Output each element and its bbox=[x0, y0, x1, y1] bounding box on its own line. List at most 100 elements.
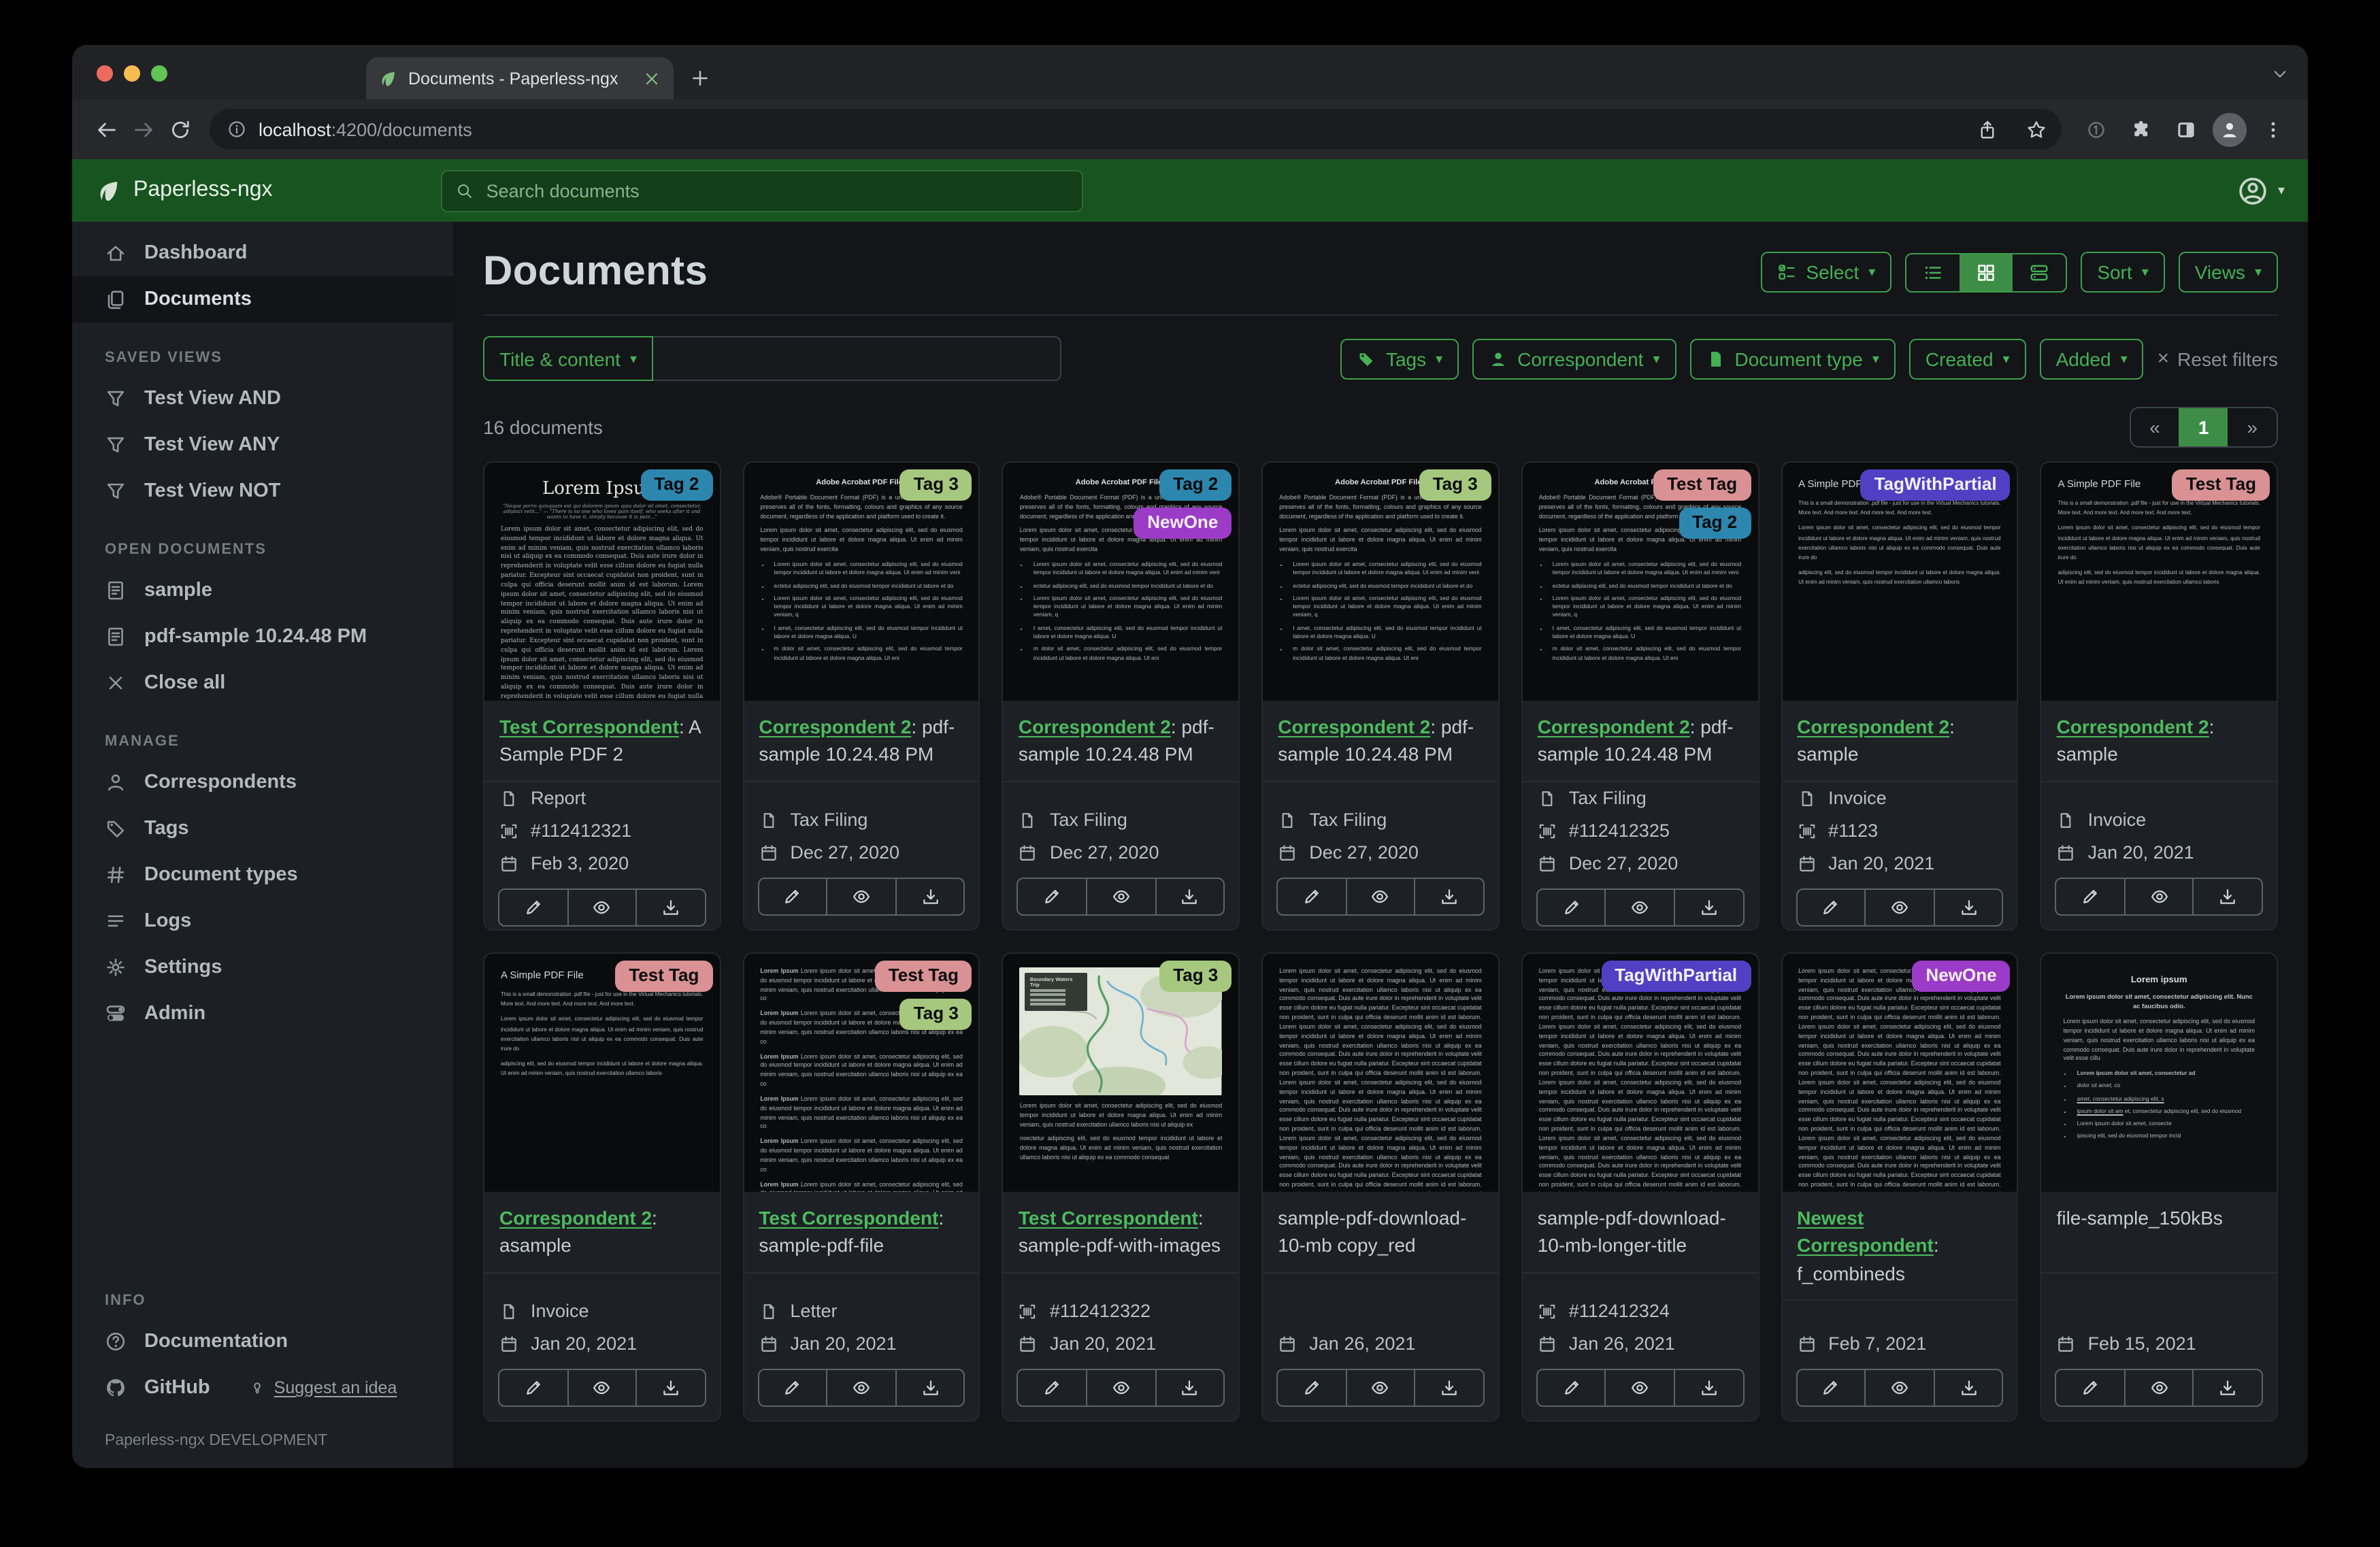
pagination-page-1[interactable]: 1 bbox=[2179, 408, 2228, 446]
view-button[interactable] bbox=[827, 1370, 895, 1405]
sidebar-item-pdf-sample-10-24-48-pm[interactable]: pdf-sample 10.24.48 PM bbox=[72, 614, 453, 660]
edit-button[interactable] bbox=[759, 879, 826, 914]
view-list-button[interactable] bbox=[1906, 254, 1960, 290]
tag-badge[interactable]: Tag 3 bbox=[1159, 961, 1232, 992]
views-button[interactable]: Views▾ bbox=[2179, 252, 2278, 293]
view-button[interactable] bbox=[1345, 1370, 1414, 1405]
select-button[interactable]: Select▾ bbox=[1761, 252, 1891, 293]
pagination-next[interactable]: » bbox=[2228, 408, 2277, 446]
document-thumbnail[interactable]: Boundary Waters TripLorem ipsum dolor si… bbox=[1004, 954, 1238, 1192]
reload-button[interactable] bbox=[162, 111, 199, 148]
new-tab-button[interactable] bbox=[690, 68, 710, 88]
document-thumbnail[interactable]: A Simple PDF FileThis is a small demonst… bbox=[2042, 463, 2277, 701]
sidebar-item-test-view-any[interactable]: Test View ANY bbox=[72, 422, 453, 468]
document-thumbnail[interactable]: Lorem ipsumLorem ipsum dolor sit amet, c… bbox=[2042, 954, 2277, 1192]
filter-document-type-button[interactable]: Document type▾ bbox=[1690, 338, 1896, 379]
filter-field-select[interactable]: Title & content▾ bbox=[483, 336, 653, 381]
view-button[interactable] bbox=[1086, 879, 1155, 914]
document-thumbnail[interactable]: Lorem ipsum dolor sit amet, consectetur … bbox=[1523, 954, 1757, 1192]
correspondent-link[interactable]: Correspondent 2 bbox=[1797, 716, 1949, 737]
sidebar-item-documentation[interactable]: Documentation bbox=[72, 1318, 453, 1365]
download-button[interactable] bbox=[1155, 879, 1223, 914]
sidebar-item-document-types[interactable]: Document types bbox=[72, 852, 453, 898]
forward-button[interactable] bbox=[125, 111, 162, 148]
edit-button[interactable] bbox=[1019, 1370, 1086, 1405]
tag-badge[interactable]: Tag 2 bbox=[1159, 469, 1232, 501]
browser-tab[interactable]: Documents - Paperless-ngx bbox=[366, 57, 674, 99]
edit-button[interactable] bbox=[2057, 1370, 2124, 1405]
correspondent-link[interactable]: Correspondent 2 bbox=[1538, 716, 1690, 737]
bookmark-button[interactable] bbox=[2018, 111, 2055, 148]
sidebar-item-close-all[interactable]: Close all bbox=[72, 660, 453, 706]
document-thumbnail[interactable]: Lorem Ipsum Lorem ipsum dolor sit amet, … bbox=[744, 954, 978, 1192]
filter-correspondent-button[interactable]: Correspondent▾ bbox=[1472, 338, 1676, 379]
edit-button[interactable] bbox=[1797, 890, 1864, 925]
tag-badge[interactable]: Tag 3 bbox=[900, 469, 972, 501]
tag-badge[interactable]: Tag 3 bbox=[900, 999, 972, 1030]
tag-badge[interactable]: TagWithPartial bbox=[1861, 469, 2011, 501]
tab-search-chevron-icon[interactable] bbox=[2271, 65, 2289, 83]
filter-tags-button[interactable]: Tags▾ bbox=[1341, 338, 1459, 379]
sidebar-item-documents[interactable]: Documents bbox=[72, 276, 453, 322]
tag-badge[interactable]: Tag 2 bbox=[1679, 508, 1751, 539]
document-thumbnail[interactable]: Adobe Acrobat PDF FilesAdobe® Portable D… bbox=[1263, 463, 1498, 701]
search-input[interactable] bbox=[486, 180, 1069, 201]
download-button[interactable] bbox=[1933, 890, 2002, 925]
view-button[interactable] bbox=[2124, 1370, 2193, 1405]
document-thumbnail[interactable]: A Simple PDF FileThis is a small demonst… bbox=[1782, 463, 2017, 701]
download-button[interactable] bbox=[1415, 1370, 1483, 1405]
edit-button[interactable] bbox=[1538, 1370, 1605, 1405]
edit-button[interactable] bbox=[1019, 879, 1086, 914]
share-button[interactable] bbox=[1969, 111, 2006, 148]
edit-button[interactable] bbox=[2057, 879, 2124, 914]
edit-button[interactable] bbox=[499, 890, 567, 925]
pagination-prev[interactable]: « bbox=[2130, 408, 2179, 446]
extensions-button[interactable] bbox=[2123, 111, 2160, 148]
correspondent-link[interactable]: Correspondent 2 bbox=[499, 1207, 652, 1229]
site-info-icon[interactable] bbox=[227, 120, 246, 139]
view-button[interactable] bbox=[827, 879, 895, 914]
sidebar-item-test-view-not[interactable]: Test View NOT bbox=[72, 468, 453, 514]
correspondent-link[interactable]: Correspondent 2 bbox=[2057, 716, 2209, 737]
tag-badge[interactable]: TagWithPartial bbox=[1601, 961, 1751, 992]
tag-badge[interactable]: NewOne bbox=[1134, 508, 1232, 539]
browser-menu-button[interactable] bbox=[2255, 111, 2292, 148]
download-button[interactable] bbox=[1155, 1370, 1223, 1405]
filter-created-button[interactable]: Created▾ bbox=[1909, 338, 2026, 379]
address-bar[interactable]: localhost:4200/documents bbox=[210, 109, 2062, 150]
sidebar-item-admin[interactable]: Admin bbox=[72, 991, 453, 1037]
tag-badge[interactable]: Tag 3 bbox=[1419, 469, 1491, 501]
sidebar-item-test-view-and[interactable]: Test View AND bbox=[72, 376, 453, 422]
close-window-button[interactable] bbox=[97, 65, 113, 82]
download-button[interactable] bbox=[2193, 1370, 2262, 1405]
correspondent-link[interactable]: Test Correspondent bbox=[1019, 1207, 1198, 1229]
tag-badge[interactable]: Test Tag bbox=[2172, 469, 2270, 501]
download-button[interactable] bbox=[1415, 879, 1483, 914]
document-thumbnail[interactable]: Lorem ipsum dolor sit amet, consectetur … bbox=[1263, 954, 1498, 1192]
view-button[interactable] bbox=[567, 1370, 635, 1405]
document-thumbnail[interactable]: A Simple PDF FileThis is a small demonst… bbox=[484, 954, 719, 1192]
download-button[interactable] bbox=[635, 890, 704, 925]
back-button[interactable] bbox=[88, 111, 125, 148]
download-button[interactable] bbox=[1674, 890, 1742, 925]
view-button[interactable] bbox=[1086, 1370, 1155, 1405]
document-thumbnail[interactable]: Lorem ipsum dolor sit amet, consectetur … bbox=[1782, 954, 2017, 1192]
document-thumbnail[interactable]: Adobe Acrobat PDF FilesAdobe® Portable D… bbox=[744, 463, 978, 701]
view-button[interactable] bbox=[1345, 879, 1414, 914]
edit-button[interactable] bbox=[1278, 879, 1345, 914]
zoom-window-button[interactable] bbox=[151, 65, 167, 82]
filter-text-input[interactable] bbox=[653, 336, 1061, 381]
sidebar-item-correspondents[interactable]: Correspondents bbox=[72, 759, 453, 805]
document-thumbnail[interactable]: Lorem Ipsum"Neque porro quisquam est qui… bbox=[484, 463, 719, 701]
download-button[interactable] bbox=[635, 1370, 704, 1405]
sidebar-item-tags[interactable]: Tags bbox=[72, 805, 453, 852]
correspondent-link[interactable]: Correspondent 2 bbox=[759, 716, 911, 737]
download-button[interactable] bbox=[895, 879, 964, 914]
correspondent-link[interactable]: Newest Correspondent bbox=[1797, 1207, 1934, 1257]
app-brand[interactable]: Paperless-ngx bbox=[95, 178, 273, 203]
view-detail-button[interactable] bbox=[2013, 254, 2066, 290]
correspondent-link[interactable]: Correspondent 2 bbox=[1019, 716, 1171, 737]
download-button[interactable] bbox=[1674, 1370, 1742, 1405]
correspondent-link[interactable]: Test Correspondent bbox=[499, 716, 679, 737]
sidebar-item-logs[interactable]: Logs bbox=[72, 898, 453, 944]
